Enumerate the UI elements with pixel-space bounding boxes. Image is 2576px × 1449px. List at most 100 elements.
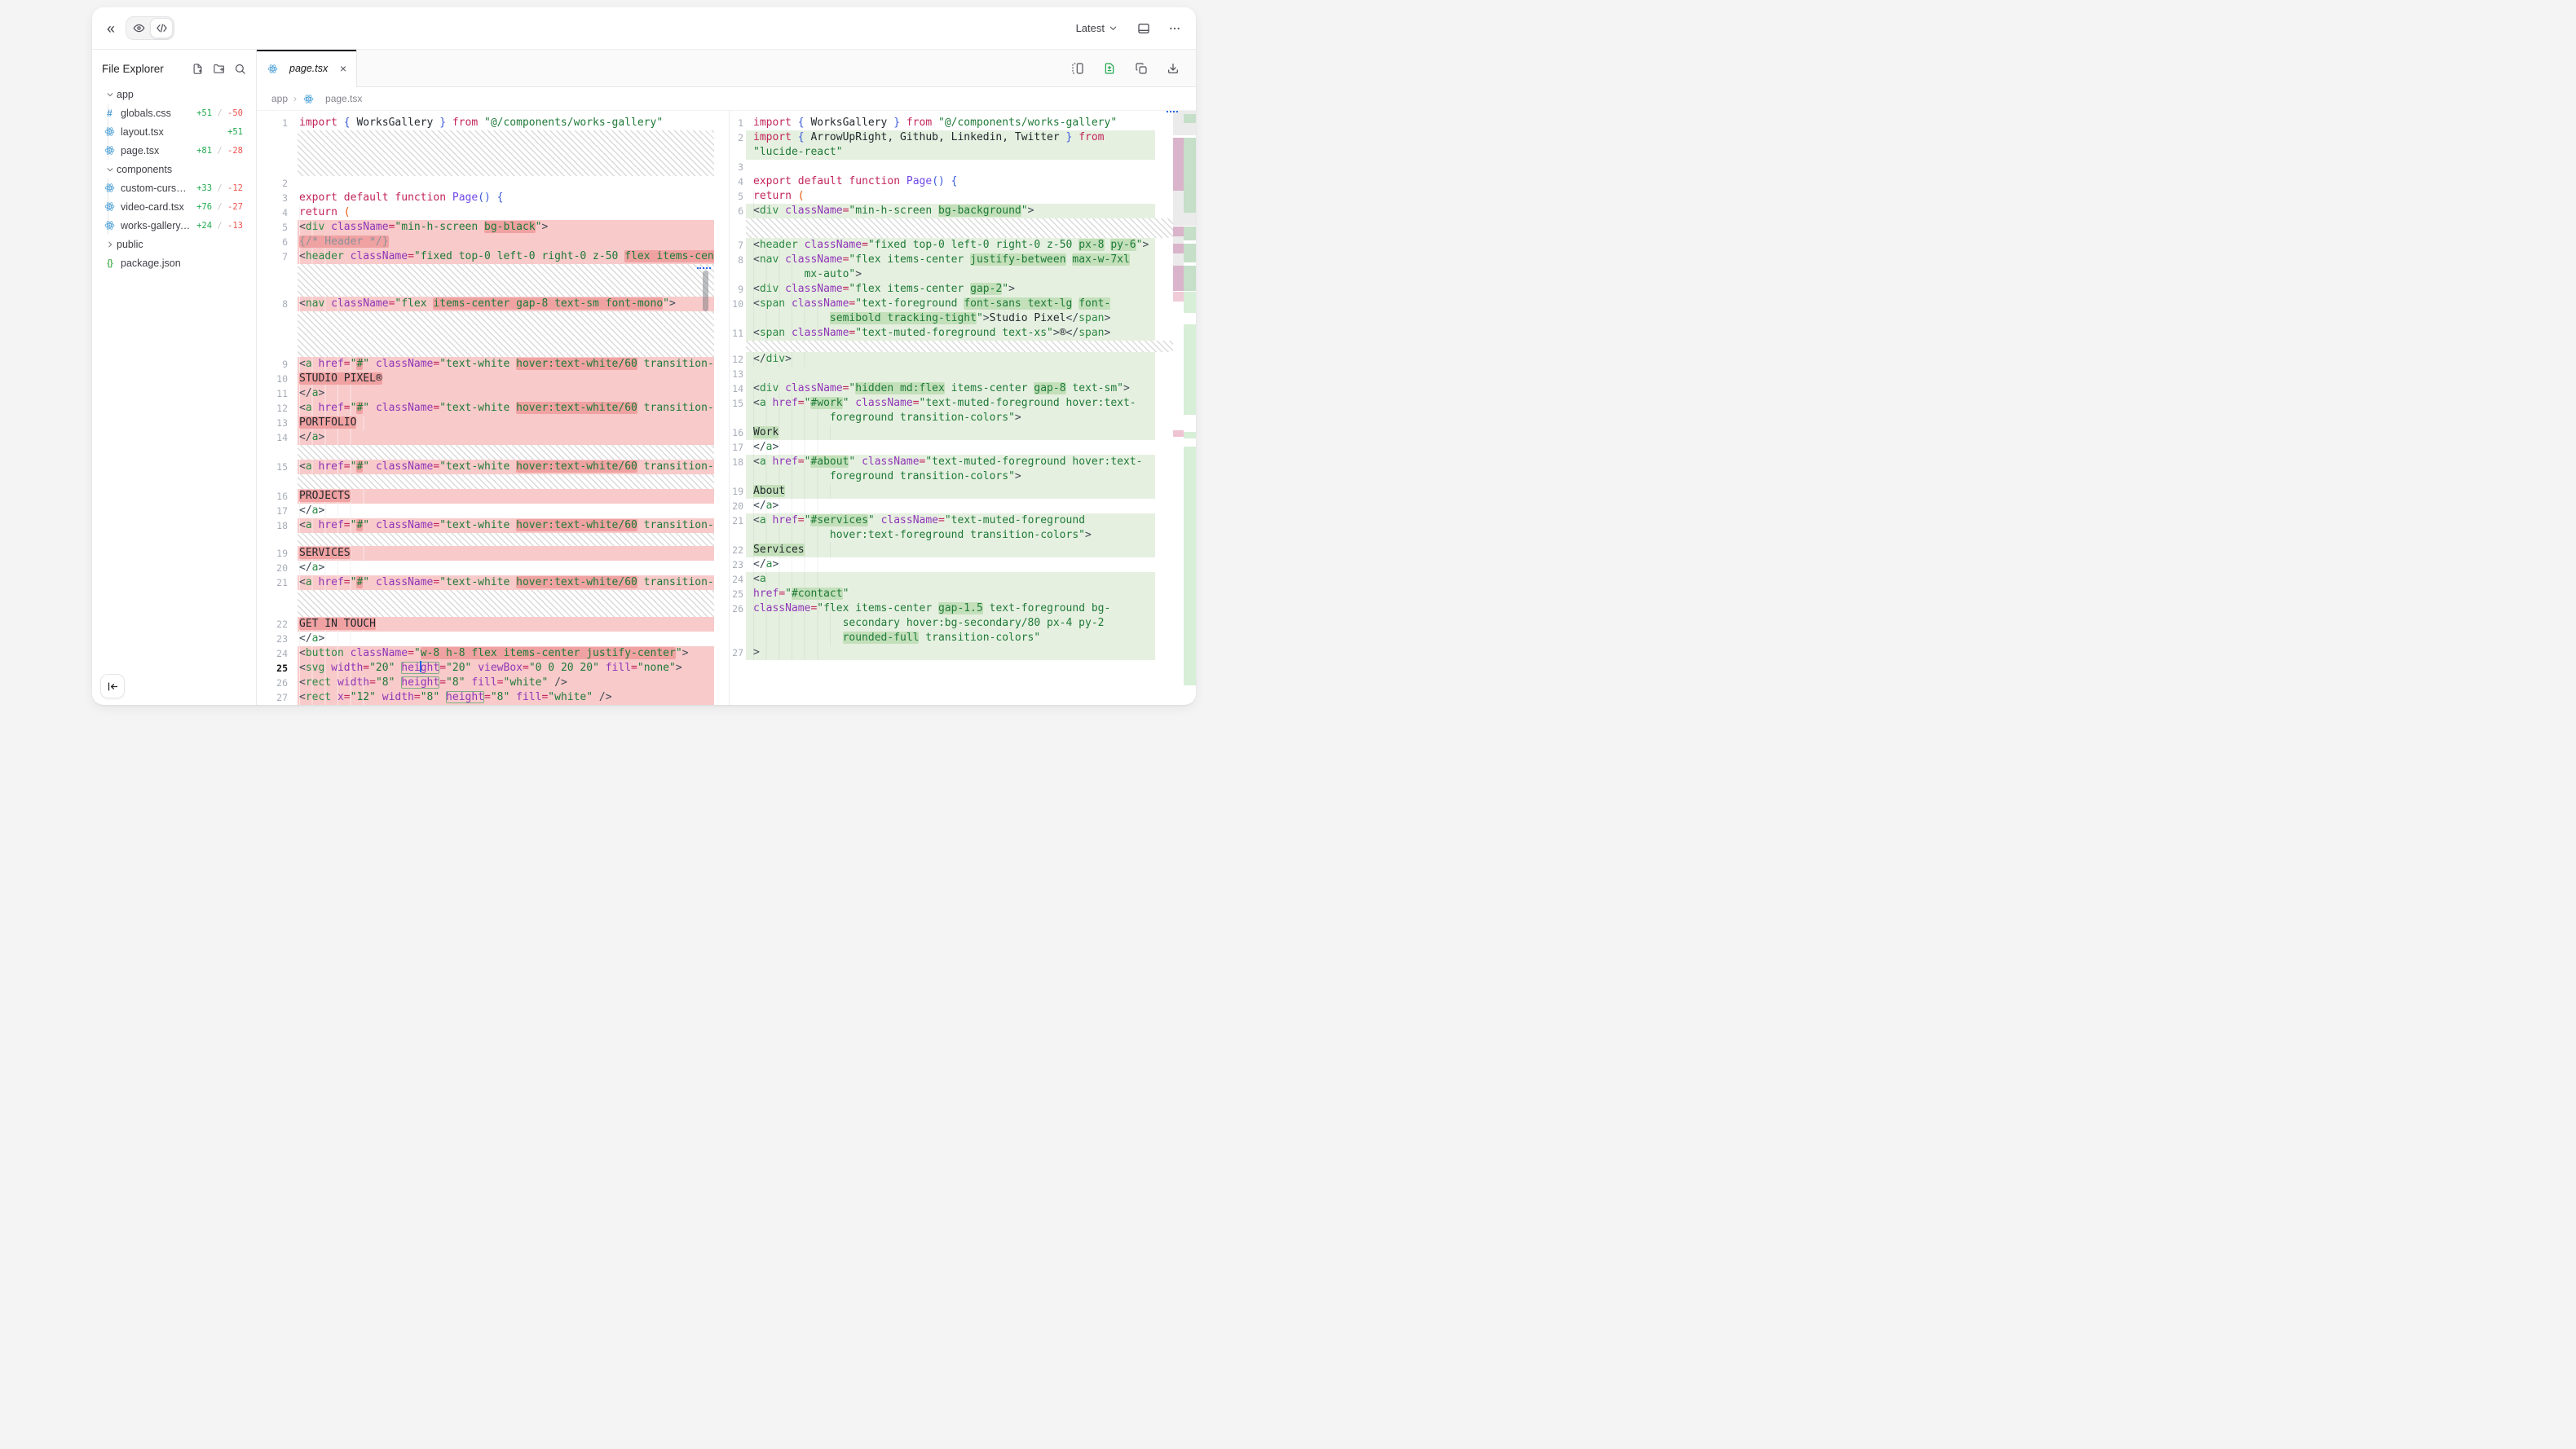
code-line: 23</a> bbox=[257, 632, 714, 646]
chevron-right-icon bbox=[104, 240, 117, 249]
code-line: 21<a href="#services" className="text-mu… bbox=[730, 513, 1196, 543]
file-explorer: File Explorer bbox=[92, 50, 257, 705]
line-number: 24 bbox=[257, 646, 288, 661]
folder-item-components[interactable]: components bbox=[100, 160, 248, 178]
split-view-button[interactable] bbox=[1068, 59, 1087, 78]
line-number: 12 bbox=[730, 352, 743, 367]
editor-window: « Latest bbox=[92, 7, 1196, 705]
line-number: 26 bbox=[730, 601, 743, 616]
diff-view-button[interactable] bbox=[1100, 59, 1119, 78]
minimap-deleted-block bbox=[1173, 266, 1184, 291]
file-item-works-gallery-tsx[interactable]: works-gallery.tsx+24 / -13 bbox=[100, 216, 248, 235]
line-number: 4 bbox=[730, 174, 743, 189]
code-line: 5return ( bbox=[730, 189, 1196, 204]
text-cursor bbox=[420, 661, 421, 672]
ellipsis-icon bbox=[1168, 22, 1181, 35]
react-icon bbox=[302, 94, 315, 104]
version-selector[interactable]: Latest bbox=[1071, 21, 1123, 35]
code-line: 4return ( bbox=[257, 205, 714, 220]
diff-minimap[interactable] bbox=[1173, 111, 1196, 705]
file-item-package-json[interactable]: {}package.json bbox=[100, 253, 248, 272]
code-line: 5<div className="min-h-screen bg-black"> bbox=[257, 220, 714, 235]
line-number: 16 bbox=[257, 489, 288, 504]
code-line: 4export default function Page() { bbox=[730, 174, 1196, 189]
code-line: 25<svg width="20" height="20" viewBox="0… bbox=[257, 661, 714, 676]
breadcrumb-root[interactable]: app bbox=[271, 93, 288, 104]
diff-pane-after[interactable]: 1import { WorksGallery } from "@/compone… bbox=[729, 111, 1196, 705]
file-item-layout-tsx[interactable]: layout.tsx+51 bbox=[100, 122, 248, 141]
code-line: 1import { WorksGallery } from "@/compone… bbox=[730, 116, 1196, 130]
close-tab-icon[interactable]: × bbox=[340, 63, 346, 74]
line-number: 11 bbox=[257, 386, 288, 401]
minimap-added-block bbox=[1184, 138, 1196, 213]
line-number: 14 bbox=[257, 430, 288, 445]
line-number: 13 bbox=[257, 416, 288, 430]
code-line: 25href="#contact" bbox=[730, 587, 1196, 601]
line-number: 5 bbox=[730, 189, 743, 204]
new-folder-button[interactable] bbox=[213, 63, 225, 75]
line-number: 8 bbox=[730, 253, 743, 267]
chevron-down-icon bbox=[1109, 24, 1118, 33]
code-line: 9<a href="#" className="text-white hover… bbox=[257, 357, 714, 372]
react-file-icon bbox=[104, 183, 116, 193]
collapsed-region bbox=[298, 445, 714, 460]
top-toolbar: « Latest bbox=[92, 7, 1196, 50]
react-icon bbox=[267, 64, 279, 74]
scrollbar-thumb[interactable] bbox=[703, 271, 708, 311]
copy-button[interactable] bbox=[1131, 59, 1151, 78]
code-line: 12<a href="#" className="text-white hove… bbox=[257, 401, 714, 416]
code-toggle[interactable] bbox=[150, 18, 173, 38]
breadcrumb-file[interactable]: page.tsx bbox=[325, 93, 362, 104]
line-number: 22 bbox=[730, 543, 743, 557]
tab-page-tsx[interactable]: page.tsx × bbox=[257, 50, 357, 87]
file-item-video-card-tsx[interactable]: video-card.tsx+76 / -27 bbox=[100, 197, 248, 216]
line-number: 14 bbox=[730, 381, 743, 396]
diff-editor: 1import { WorksGallery } from "@/compone… bbox=[257, 110, 1196, 705]
folder-item-public[interactable]: public bbox=[100, 235, 248, 253]
line-number: 5 bbox=[257, 220, 288, 235]
diff-counts: +24 / -13 bbox=[196, 221, 243, 231]
new-file-button[interactable] bbox=[192, 63, 204, 75]
code-line: 22Services bbox=[730, 543, 1196, 557]
line-number: 1 bbox=[730, 116, 743, 130]
collapse-sidebar-button[interactable]: « bbox=[104, 18, 117, 39]
minimap-added-block bbox=[1184, 266, 1196, 291]
diff-counts: +51 / -50 bbox=[196, 108, 243, 118]
collapse-panel-button[interactable] bbox=[100, 674, 125, 698]
line-number: 2 bbox=[257, 176, 288, 191]
file-item-globals-css[interactable]: #globals.css+51 / -50 bbox=[100, 104, 248, 122]
code-line: 11<span className="text-muted-foreground… bbox=[730, 326, 1196, 341]
search-files-button[interactable] bbox=[234, 63, 246, 75]
collapsed-region bbox=[746, 341, 1173, 352]
more-options-button[interactable] bbox=[1165, 19, 1184, 38]
code-line: 6<div className="min-h-screen bg-backgro… bbox=[730, 204, 1196, 218]
line-number: 25 bbox=[257, 661, 288, 676]
download-button[interactable] bbox=[1163, 59, 1183, 78]
diff-counts: +33 / -12 bbox=[196, 183, 243, 193]
copy-icon bbox=[1135, 62, 1148, 75]
folder-item-app[interactable]: app bbox=[100, 85, 248, 104]
panel-bottom-button[interactable] bbox=[1134, 19, 1153, 38]
collapsed-region bbox=[746, 218, 1173, 238]
line-number: 23 bbox=[730, 557, 743, 572]
code-line: 17</a> bbox=[257, 504, 714, 518]
line-number: 10 bbox=[257, 372, 288, 386]
collapsed-region bbox=[298, 311, 714, 357]
line-number: 7 bbox=[730, 238, 743, 253]
line-number: 9 bbox=[257, 357, 288, 372]
line-number: 19 bbox=[257, 546, 288, 561]
collapsed-region bbox=[298, 533, 714, 546]
folder-plus-icon bbox=[213, 63, 225, 75]
screen: { "colors":{ "accent_green":"#22a94f","a… bbox=[0, 0, 1288, 724]
code-line: 10STUDIO PIXEL® bbox=[257, 372, 714, 386]
file-item-custom-cursor-tsx[interactable]: custom-cursor.tsx+33 / -12 bbox=[100, 178, 248, 197]
diff-pane-before[interactable]: 1import { WorksGallery } from "@/compone… bbox=[257, 111, 714, 705]
code-line: 14</a> bbox=[257, 430, 714, 445]
file-plus-icon bbox=[192, 63, 204, 75]
file-item-page-tsx[interactable]: page.tsx+81 / -28 bbox=[100, 141, 248, 160]
line-number: 6 bbox=[730, 204, 743, 218]
react-file-icon bbox=[104, 126, 116, 137]
preview-toggle-eye[interactable] bbox=[127, 18, 150, 38]
line-number: 19 bbox=[730, 484, 743, 499]
preview-code-toggle[interactable] bbox=[126, 16, 174, 40]
